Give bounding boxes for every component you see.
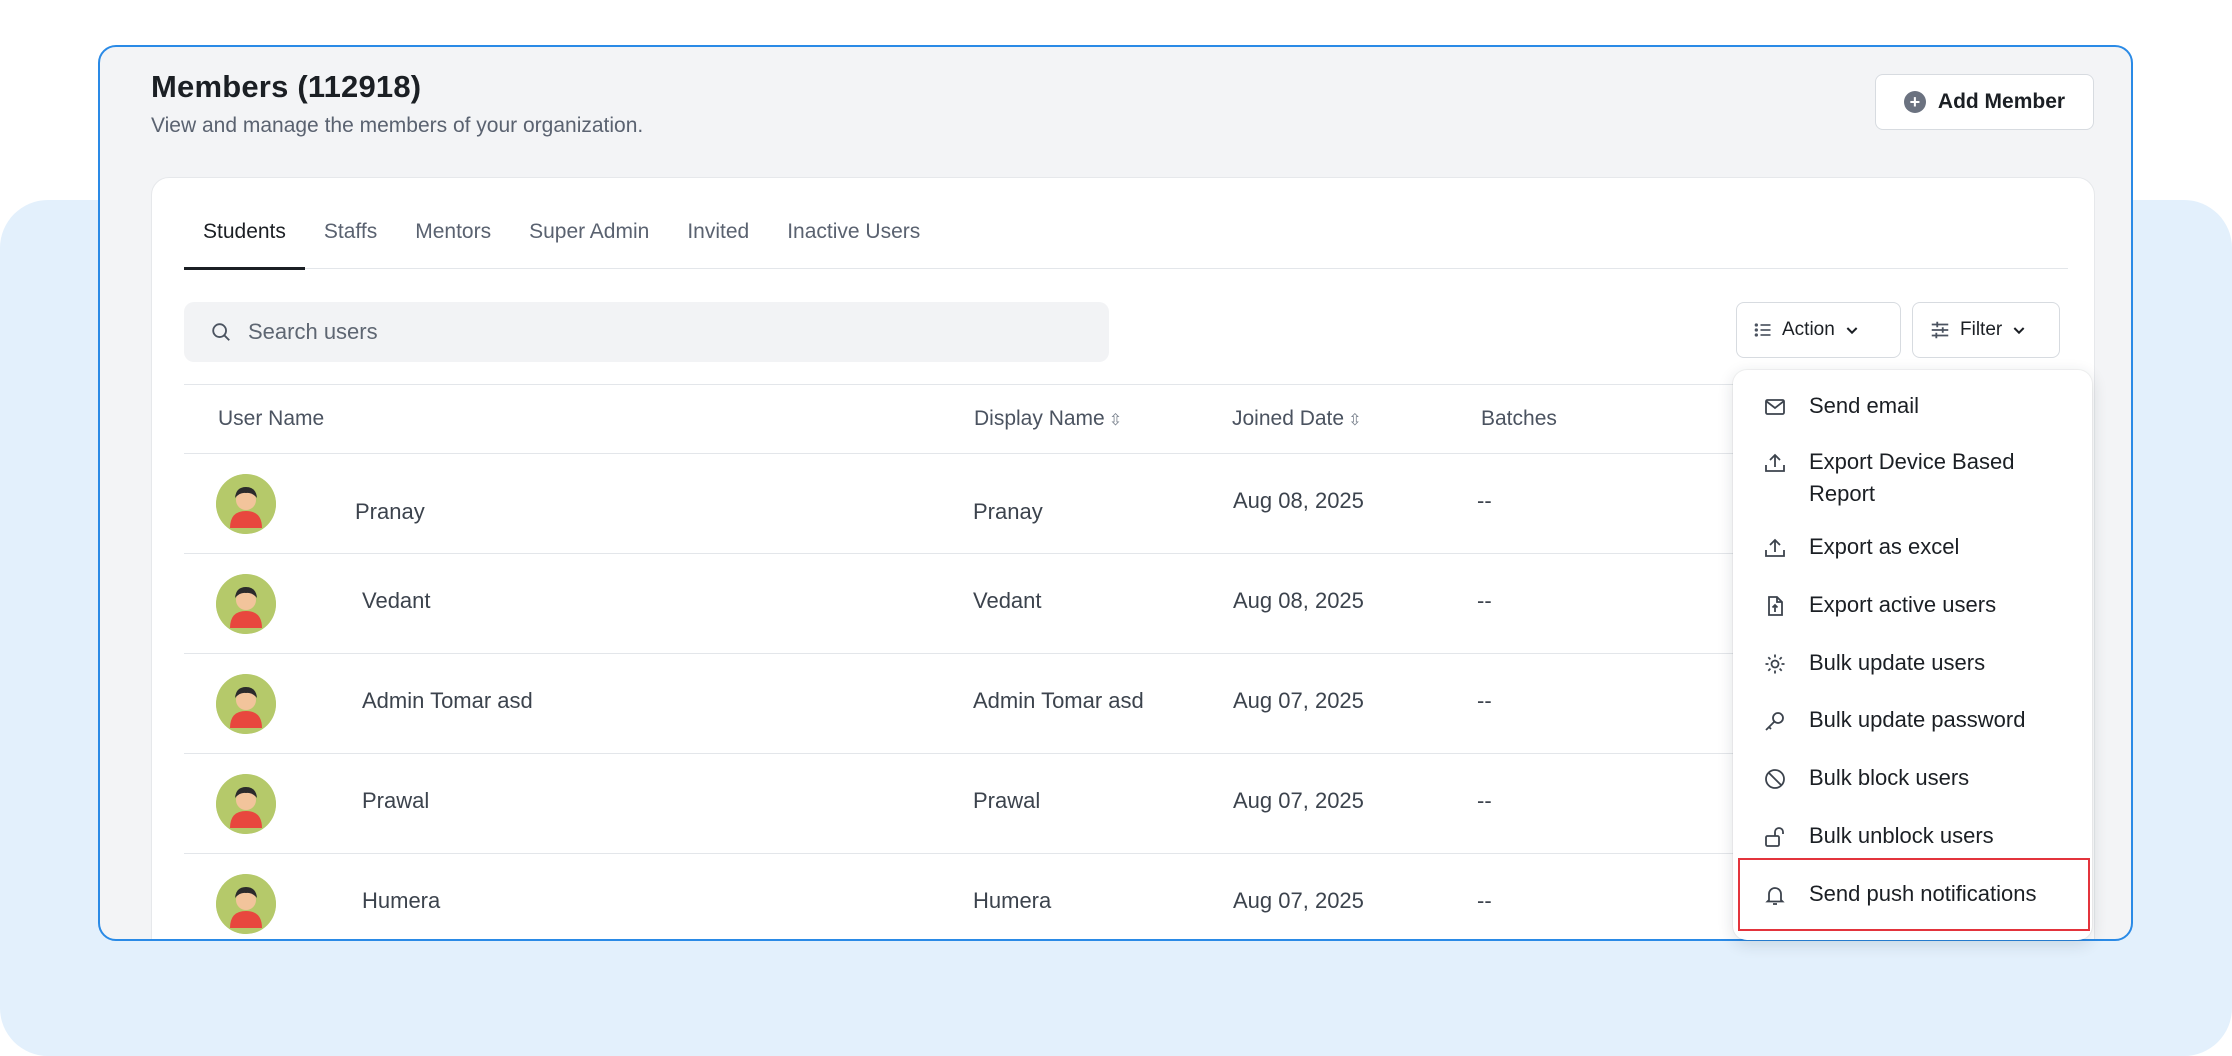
page-title: Members (112918) [151,69,422,104]
joined-date-cell: Aug 07, 2025 [1233,688,1364,713]
display-name-cell: Humera [973,888,1052,913]
batches-cell: -- [1477,488,1492,513]
display-name-cell: Pranay [973,499,1043,524]
avatar [216,774,276,834]
tab-invited[interactable]: Invited [668,216,768,268]
menu-item-bulk-update-password[interactable]: Bulk update password [1733,707,2092,736]
avatar [216,674,276,734]
column-header-display-name[interactable]: Display Name ⇳ [974,407,1122,431]
menu-item-export-active-users[interactable]: Export active users [1733,592,2092,621]
highlight-box [1738,858,2090,931]
avatar-icon [216,574,276,634]
search-bar [184,302,1109,362]
joined-date-cell: Aug 08, 2025 [1233,588,1364,613]
menu-item-export-excel[interactable]: Export as excel [1733,534,2092,563]
upload-icon [1765,538,1785,557]
display-name-cell: Prawal [973,788,1041,813]
action-dropdown-button[interactable]: Action [1736,302,1901,358]
joined-date-cell: Aug 08, 2025 [1233,488,1364,513]
user-name-cell: Vedant [362,588,431,613]
menu-item-export-device-report[interactable]: Export Device Based Report [1733,449,2033,510]
menu-item-label: Export active users [1809,592,1997,617]
column-label: Joined Date [1232,407,1345,430]
batches-cell: -- [1477,688,1492,713]
user-name-cell: Prawal [362,788,430,813]
plus-circle-icon: + [1903,91,1926,113]
menu-item-label: Export as excel [1809,534,1960,559]
sort-icon: ⇳ [1108,412,1123,429]
avatar-icon [216,474,276,534]
column-header-batches: Batches [1481,407,1557,431]
tab-super-admin[interactable]: Super Admin [510,216,668,268]
search-input[interactable] [246,318,1070,346]
tab-staffs[interactable]: Staffs [305,216,396,268]
sliders-icon [1931,321,1949,339]
unlock-icon [1765,827,1784,847]
upload-icon [1765,453,1785,472]
menu-item-label: Bulk update password [1809,707,2026,732]
sort-icon: ⇳ [1348,412,1362,429]
column-label: User Name [218,407,325,430]
column-label: Display Name [974,407,1105,430]
column-header-user-name[interactable]: User Name [218,407,324,431]
mail-icon [1765,399,1785,415]
user-name-cell: Humera [362,888,441,913]
menu-item-bulk-block-users[interactable]: Bulk block users [1733,765,2092,794]
tab-mentors[interactable]: Mentors [396,216,510,268]
users-gear-icon [1765,654,1785,674]
file-export-icon [1768,596,1783,616]
filter-dropdown-button[interactable]: Filter [1912,302,2060,358]
menu-item-bulk-update-users[interactable]: Bulk update users [1733,650,2092,679]
display-name-cell: Vedant [973,588,1042,613]
action-menu: Send email Export Device Based Report Ex… [1733,370,2092,940]
tab-inactive-users[interactable]: Inactive Users [768,216,939,268]
list-icon [1754,323,1771,337]
block-icon [1765,769,1785,789]
menu-item-label: Bulk unblock users [1809,823,1994,848]
page-subtitle: View and manage the members of your orga… [151,114,644,137]
menu-item-label: Export Device Based Report [1809,449,2015,506]
column-header-joined-date[interactable]: Joined Date ⇳ [1232,407,1361,431]
joined-date-cell: Aug 07, 2025 [1233,888,1364,913]
avatar-icon [216,774,276,834]
menu-item-label: Send email [1809,393,1920,418]
batches-cell: -- [1477,788,1492,813]
tab-bar: Students Staffs Mentors Super Admin Invi… [184,216,2068,270]
column-label: Batches [1481,407,1557,430]
action-label: Action [1782,319,1835,340]
avatar [216,474,276,534]
batches-cell: -- [1477,588,1492,613]
chevron-down-icon [2013,327,2025,335]
avatar-icon [216,674,276,734]
add-member-label: Add Member [1937,90,2066,113]
add-member-button[interactable]: + Add Member [1875,74,2094,130]
batches-cell: -- [1477,888,1492,913]
user-name-cell: Admin Tomar asd [362,688,533,713]
menu-item-send-email[interactable]: Send email [1733,393,2092,422]
key-icon [1765,712,1784,731]
search-icon [212,323,230,341]
menu-item-label: Bulk update users [1809,650,1986,675]
avatar [216,874,276,934]
menu-item-label: Bulk block users [1809,765,1970,790]
joined-date-cell: Aug 07, 2025 [1233,788,1364,813]
user-name-cell: Pranay [355,499,425,524]
avatar-icon [216,874,276,934]
filter-label: Filter [1960,319,2003,340]
menu-item-bulk-unblock-users[interactable]: Bulk unblock users [1733,823,2092,852]
tab-students[interactable]: Students [184,216,305,270]
chevron-down-icon [1846,327,1858,335]
avatar [216,574,276,634]
display-name-cell: Admin Tomar asd [973,688,1144,713]
